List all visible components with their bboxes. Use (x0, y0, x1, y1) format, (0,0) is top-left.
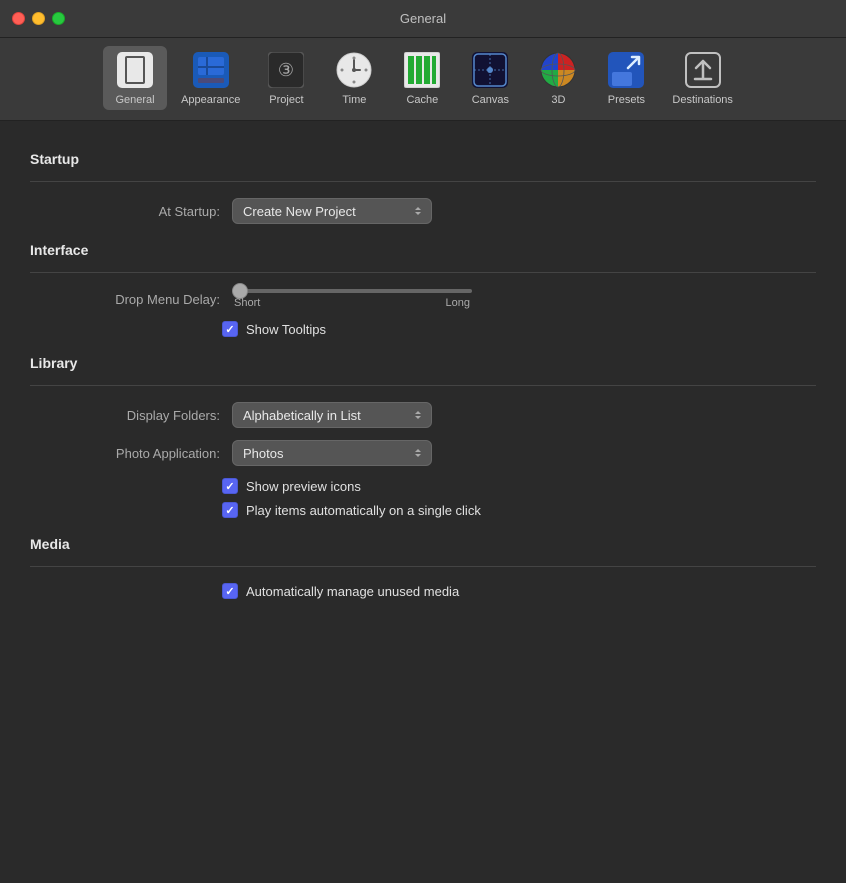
show-tooltips-label: Show Tooltips (246, 322, 326, 337)
at-startup-row: At Startup: Create New Project Open Last… (30, 198, 816, 224)
show-tooltips-checkbox[interactable] (222, 321, 238, 337)
time-icon (334, 50, 374, 90)
toolbar-label-destinations: Destinations (672, 94, 733, 106)
display-folders-dropdown-wrapper: Alphabetically in List By Date By Name C… (232, 402, 432, 428)
toolbar-label-project: Project (269, 94, 303, 106)
photo-application-row: Photo Application: Photos Lightroom Aper… (30, 440, 816, 466)
presets-icon (606, 50, 646, 90)
show-preview-icons-checkbox[interactable] (222, 478, 238, 494)
toolbar-label-appearance: Appearance (181, 94, 240, 106)
auto-manage-row: Automatically manage unused media (30, 583, 816, 599)
window-title: General (400, 11, 446, 26)
appearance-icon (191, 50, 231, 90)
destinations-icon (683, 50, 723, 90)
photo-application-dropdown-wrapper: Photos Lightroom Aperture (232, 440, 432, 466)
cache-icon (402, 50, 442, 90)
library-divider (30, 385, 816, 386)
library-section: Library Display Folders: Alphabetically … (30, 355, 816, 518)
svg-text:③: ③ (278, 60, 294, 80)
window-controls (12, 12, 65, 25)
photo-application-dropdown[interactable]: Photos Lightroom Aperture (232, 440, 432, 466)
display-folders-dropdown[interactable]: Alphabetically in List By Date By Name C… (232, 402, 432, 428)
toolbar-item-project[interactable]: ③ Project (254, 46, 318, 110)
minimize-button[interactable] (32, 12, 45, 25)
general-icon (115, 50, 155, 90)
interface-header: Interface (30, 242, 816, 258)
display-folders-row: Display Folders: Alphabetically in List … (30, 402, 816, 428)
startup-section: Startup At Startup: Create New Project O… (30, 151, 816, 224)
drop-menu-delay-slider[interactable] (232, 289, 472, 293)
at-startup-label: At Startup: (60, 204, 220, 219)
slider-labels: Short Long (232, 297, 472, 309)
content-area: Startup At Startup: Create New Project O… (0, 121, 846, 627)
project-icon: ③ (266, 50, 306, 90)
startup-header: Startup (30, 151, 816, 167)
slider-min-label: Short (234, 297, 260, 309)
canvas-icon (470, 50, 510, 90)
media-section: Media Automatically manage unused media (30, 536, 816, 599)
titlebar: General (0, 0, 846, 38)
at-startup-dropdown-wrapper: Create New Project Open Last Project Sho… (232, 198, 432, 224)
toolbar-label-presets: Presets (608, 94, 645, 106)
toolbar-item-presets[interactable]: Presets (594, 46, 658, 110)
photo-application-label: Photo Application: (60, 446, 220, 461)
auto-manage-checkbox[interactable] (222, 583, 238, 599)
toolbar-item-time[interactable]: Time (322, 46, 386, 110)
show-preview-icons-label: Show preview icons (246, 479, 361, 494)
drop-menu-delay-row: Drop Menu Delay: Short Long (30, 289, 816, 309)
auto-manage-label: Automatically manage unused media (246, 584, 459, 599)
toolbar-label-time: Time (342, 94, 366, 106)
media-header: Media (30, 536, 816, 552)
display-folders-label: Display Folders: (60, 408, 220, 423)
interface-divider (30, 272, 816, 273)
toolbar-label-cache: Cache (406, 94, 438, 106)
slider-row (232, 289, 472, 293)
drop-menu-delay-label: Drop Menu Delay: (60, 292, 220, 307)
toolbar-item-appearance[interactable]: Appearance (171, 46, 250, 110)
startup-divider (30, 181, 816, 182)
toolbar-item-general[interactable]: General (103, 46, 167, 110)
toolbar: General Appearance ③ Project (0, 38, 846, 121)
maximize-button[interactable] (52, 12, 65, 25)
toolbar-label-3d: 3D (551, 94, 565, 106)
library-header: Library (30, 355, 816, 371)
show-tooltips-row: Show Tooltips (30, 321, 816, 337)
play-items-label: Play items automatically on a single cli… (246, 503, 481, 518)
toolbar-label-canvas: Canvas (472, 94, 509, 106)
toolbar-item-3d[interactable]: 3D (526, 46, 590, 110)
media-divider (30, 566, 816, 567)
play-items-checkbox[interactable] (222, 502, 238, 518)
toolbar-label-general: General (115, 94, 154, 106)
close-button[interactable] (12, 12, 25, 25)
play-items-row: Play items automatically on a single cli… (30, 502, 816, 518)
slider-container: Short Long (232, 289, 472, 309)
toolbar-item-canvas[interactable]: Canvas (458, 46, 522, 110)
at-startup-dropdown[interactable]: Create New Project Open Last Project Sho… (232, 198, 432, 224)
slider-max-label: Long (446, 297, 470, 309)
toolbar-item-destinations[interactable]: Destinations (662, 46, 743, 110)
show-preview-icons-row: Show preview icons (30, 478, 816, 494)
3d-icon (538, 50, 578, 90)
toolbar-item-cache[interactable]: Cache (390, 46, 454, 110)
interface-section: Interface Drop Menu Delay: Short Long Sh… (30, 242, 816, 337)
